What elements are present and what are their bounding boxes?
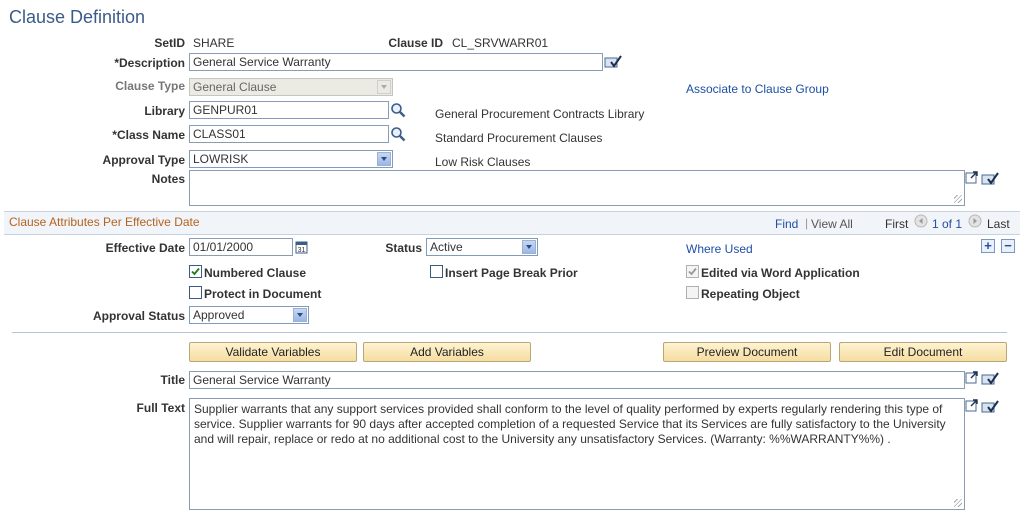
insert-page-break-label: Insert Page Break Prior [445,266,578,280]
next-icon[interactable] [968,214,982,228]
where-used-link[interactable]: Where Used [686,242,753,256]
previous-icon[interactable] [914,214,928,228]
setid-value: SHARE [193,36,235,50]
approval-status-value: Approved [193,308,245,322]
approval-type-description: Low Risk Clauses [435,155,531,169]
title-input[interactable]: General Service Warranty [189,371,965,389]
library-input[interactable]: GENPUR01 [189,101,389,119]
first-label[interactable]: First [885,217,908,231]
calendar-icon[interactable]: 31 [295,240,308,254]
expand-editor-icon[interactable] [965,398,979,412]
notes-label: Notes [151,172,185,186]
numbered-clause-checkbox[interactable] [189,265,202,278]
validate-variables-button[interactable]: Validate Variables [189,342,357,362]
insert-page-break-checkbox[interactable] [430,265,443,278]
class-name-label: *Class Name [112,128,185,142]
edited-via-word-checkbox [686,265,699,278]
status-select[interactable]: Active [426,238,538,256]
effective-date-input[interactable]: 01/01/2000 [189,238,293,256]
lookup-icon[interactable] [390,126,406,142]
spell-check-icon[interactable] [980,398,1000,414]
protect-in-document-label: Protect in Document [204,287,322,301]
view-all-link[interactable]: View All [811,217,853,231]
notes-textarea[interactable] [189,170,965,206]
chevron-down-icon [293,308,307,322]
resize-grip-icon[interactable] [954,195,962,203]
library-label: Library [144,104,185,118]
expand-editor-icon[interactable] [965,170,979,184]
add-variables-button[interactable]: Add Variables [363,342,531,362]
clause-id-label: Clause ID [388,36,443,50]
approval-status-label: Approval Status [92,309,185,323]
repeating-object-checkbox [686,286,699,299]
resize-grip-icon[interactable] [954,499,962,507]
svg-text:31: 31 [298,247,306,254]
spell-check-icon[interactable] [603,53,623,69]
spell-check-icon[interactable] [980,170,1000,186]
chevron-down-icon [522,240,536,254]
full-text-content: Supplier warrants that any support servi… [194,402,946,446]
protect-in-document-checkbox[interactable] [189,286,202,299]
clause-type-value: General Clause [193,80,277,94]
edited-via-word-label: Edited via Word Application [701,266,860,280]
description-input[interactable]: General Service Warranty [189,53,603,71]
clause-type-label: Clause Type [115,79,185,93]
class-name-description: Standard Procurement Clauses [435,131,603,145]
pager-text: 1 of 1 [932,217,963,231]
status-label: Status [385,241,422,255]
title-label: Title [160,373,185,387]
chevron-down-icon [377,152,391,166]
spell-check-icon[interactable] [980,370,1000,386]
section-title: Clause Attributes Per Effective Date [9,215,200,229]
clause-type-select: General Clause [189,78,393,96]
separator: | [805,216,809,230]
preview-document-button[interactable]: Preview Document [663,342,831,362]
library-description: General Procurement Contracts Library [435,107,645,121]
approval-type-value: LOWRISK [193,152,249,166]
expand-editor-icon[interactable] [965,370,979,384]
last-label[interactable]: Last [987,217,1010,231]
class-name-input[interactable]: CLASS01 [189,125,389,143]
chevron-down-icon [377,80,391,94]
edit-document-button[interactable]: Edit Document [839,342,1007,362]
check-icon [688,267,697,276]
find-link[interactable]: Find [775,217,798,231]
associate-clause-group-link[interactable]: Associate to Clause Group [686,82,829,96]
approval-type-label: Approval Type [102,153,185,167]
status-value: Active [430,240,463,254]
check-icon [191,267,200,276]
page-title: Clause Definition [9,7,146,27]
full-text-textarea[interactable]: Supplier warrants that any support servi… [189,398,965,510]
setid-label: SetID [154,36,185,50]
clause-id-value: CL_SRVWARR01 [452,36,549,50]
divider [12,332,1007,333]
lookup-icon[interactable] [390,102,406,118]
description-label: *Description [114,56,185,70]
effective-date-label: Effective Date [105,241,185,255]
numbered-clause-label: Numbered Clause [204,266,307,280]
add-row-button[interactable]: + [981,239,995,253]
full-text-label: Full Text [136,401,185,415]
approval-status-select[interactable]: Approved [189,306,309,324]
repeating-object-label: Repeating Object [701,287,800,301]
approval-type-select[interactable]: LOWRISK [189,150,393,168]
delete-row-button[interactable]: − [1001,239,1015,253]
